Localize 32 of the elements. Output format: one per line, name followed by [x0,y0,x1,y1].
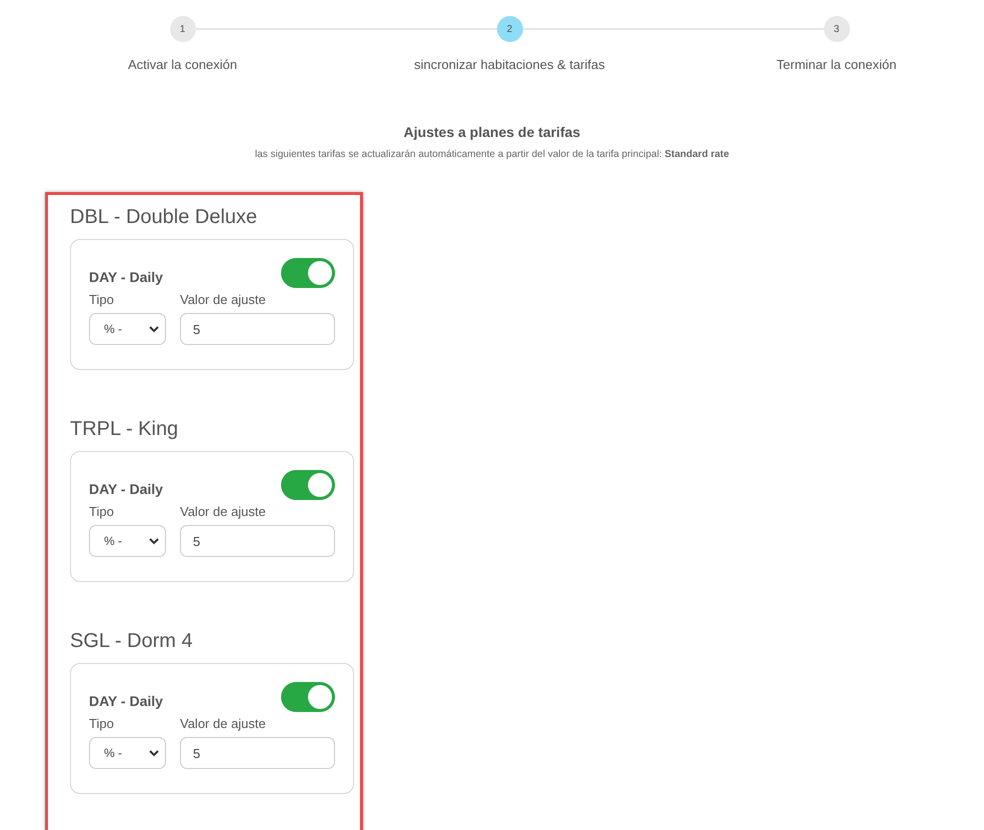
step-label: sincronizar habitaciones & tarifas [414,57,605,72]
field-label: Valor de ajuste [180,292,267,307]
room-title: TRPL - King [70,418,180,441]
toggle-switch[interactable] [281,682,335,712]
type-dropdown[interactable]: % - [89,737,166,769]
adjustment-input[interactable]: 5 [180,525,335,557]
type-dropdown[interactable]: % - [89,525,166,557]
section-description: las siguientes tarifas se actualizarán automáticamente a partir del valor de la tarifa principal: Standard rate [254,149,730,160]
field-label: Tipo [89,504,115,519]
chevron-icon [149,750,159,756]
adjustment-input[interactable]: 5 [180,313,335,345]
rate-plan-name: DAY - Daily [89,481,163,497]
toggle-switch[interactable] [281,258,335,288]
adjustment-input[interactable]: 5 [180,737,335,769]
step-label: Terminar la conexión [776,57,896,72]
field-label: Tipo [89,292,115,307]
rate-plan-name: DAY - Daily [89,693,163,709]
step-label: Activar la conexión [128,57,238,72]
step-number[interactable]: 2 [496,16,522,42]
chevron-icon [149,538,159,544]
chevron-icon [149,326,159,332]
room-title: SGL - Dorm 4 [70,630,194,653]
field-label: Tipo [89,716,115,731]
room-title: DBL - Double Deluxe [70,206,258,229]
rate-plan-name: DAY - Daily [89,269,163,285]
section-title: Ajustes a planes de tarifas [402,124,582,140]
field-label: Valor de ajuste [180,504,267,519]
field-label: Valor de ajuste [180,716,267,731]
type-dropdown[interactable]: % - [89,313,166,345]
step-number[interactable]: 3 [824,16,850,42]
step-number[interactable]: 1 [170,16,196,42]
toggle-switch[interactable] [281,470,335,500]
